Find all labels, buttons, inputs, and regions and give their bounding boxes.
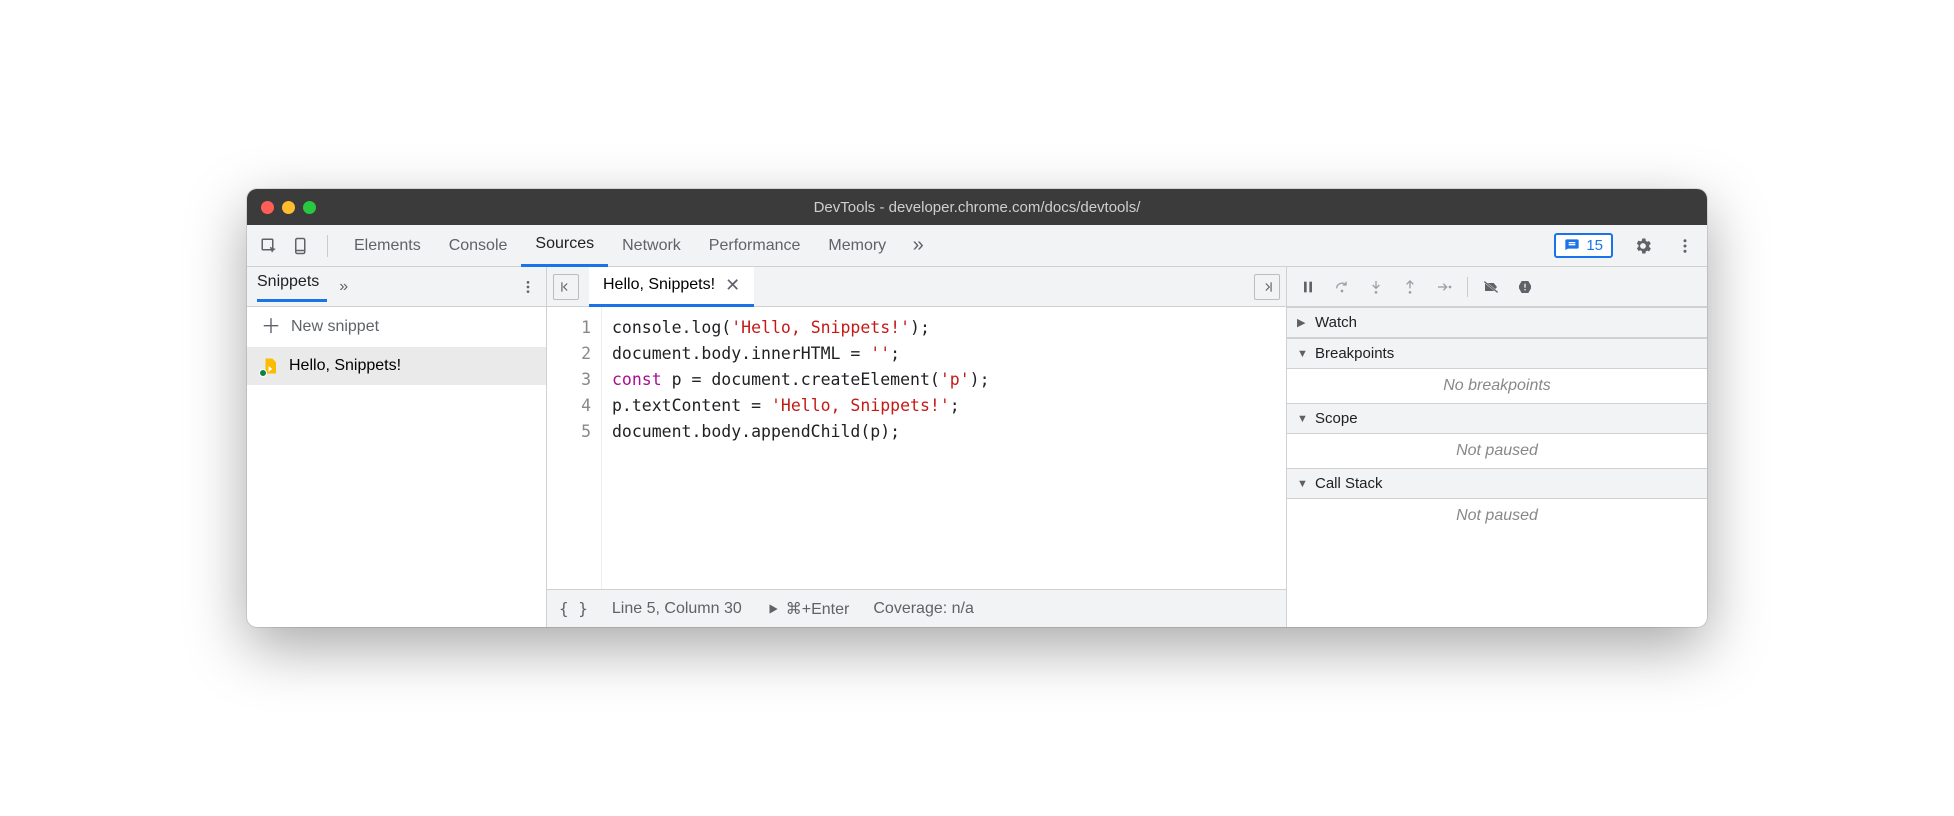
- tab-snippets[interactable]: Snippets: [257, 273, 327, 302]
- window-maximize-button[interactable]: [303, 201, 316, 214]
- titlebar[interactable]: DevTools - developer.chrome.com/docs/dev…: [247, 189, 1707, 225]
- issues-button[interactable]: 15: [1554, 233, 1613, 258]
- triangle-right-icon: ▶: [1297, 316, 1309, 329]
- editor-pane: Hello, Snippets! ✕ 12345 console.log('He…: [547, 267, 1287, 627]
- section-breakpoints[interactable]: ▼Breakpoints: [1287, 338, 1707, 369]
- triangle-down-icon: ▼: [1297, 478, 1309, 490]
- step-over-icon[interactable]: [1331, 279, 1353, 295]
- section-callstack[interactable]: ▼Call Stack: [1287, 468, 1707, 499]
- pause-exceptions-icon[interactable]: [1514, 279, 1536, 295]
- navigator-overflow-icon[interactable]: »: [339, 278, 348, 296]
- triangle-down-icon: ▼: [1297, 348, 1309, 360]
- divider: [1467, 277, 1468, 297]
- tab-network[interactable]: Network: [608, 225, 695, 267]
- breakpoints-empty: No breakpoints: [1287, 369, 1707, 403]
- pretty-print-icon[interactable]: { }: [559, 599, 588, 618]
- more-tabs-icon[interactable]: »: [904, 232, 932, 260]
- divider: [327, 235, 328, 257]
- section-scope[interactable]: ▼Scope: [1287, 403, 1707, 434]
- settings-icon[interactable]: [1629, 232, 1657, 260]
- gutter: 12345: [547, 307, 602, 589]
- run-shortcut: ⌘+Enter: [786, 599, 850, 619]
- main-panels: Snippets » ＋ New snippet Hello, Snippets…: [247, 267, 1707, 627]
- editor-tabbar: Hello, Snippets! ✕: [547, 267, 1286, 307]
- step-icon[interactable]: [1433, 279, 1455, 295]
- navigator-sidebar: Snippets » ＋ New snippet Hello, Snippets…: [247, 267, 547, 627]
- cursor-position: Line 5, Column 30: [612, 600, 742, 618]
- pause-icon[interactable]: [1297, 279, 1319, 295]
- nav-prev-icon[interactable]: [553, 274, 579, 300]
- code-editor[interactable]: 12345 console.log('Hello, Snippets!');do…: [547, 307, 1286, 589]
- device-toggle-icon[interactable]: [287, 232, 315, 260]
- tab-elements[interactable]: Elements: [340, 225, 435, 267]
- window-minimize-button[interactable]: [282, 201, 295, 214]
- deactivate-breakpoints-icon[interactable]: [1480, 279, 1502, 295]
- code-content: console.log('Hello, Snippets!');document…: [602, 307, 990, 589]
- run-snippet-button[interactable]: ⌘+Enter: [766, 599, 850, 619]
- main-tabs: ElementsConsoleSourcesNetworkPerformance…: [340, 225, 900, 267]
- navigator-kebab-icon[interactable]: [520, 279, 536, 295]
- window-close-button[interactable]: [261, 201, 274, 214]
- editor-tab[interactable]: Hello, Snippets! ✕: [589, 267, 754, 307]
- window-title: DevTools - developer.chrome.com/docs/dev…: [247, 199, 1707, 216]
- section-watch[interactable]: ▶Watch: [1287, 307, 1707, 338]
- new-snippet-button[interactable]: ＋ New snippet: [247, 307, 546, 347]
- snippet-item[interactable]: Hello, Snippets!: [247, 347, 546, 385]
- new-snippet-label: New snippet: [291, 318, 379, 336]
- main-toolbar: ElementsConsoleSourcesNetworkPerformance…: [247, 225, 1707, 267]
- editor-tab-title: Hello, Snippets!: [603, 276, 715, 294]
- triangle-down-icon: ▼: [1297, 413, 1309, 425]
- step-out-icon[interactable]: [1399, 279, 1421, 295]
- close-icon[interactable]: ✕: [725, 275, 740, 296]
- kebab-menu-icon[interactable]: [1671, 232, 1699, 260]
- callstack-empty: Not paused: [1287, 499, 1707, 533]
- nav-next-icon[interactable]: [1254, 274, 1280, 300]
- debugger-toolbar: [1287, 267, 1707, 307]
- debugger-pane: ▶Watch ▼Breakpoints No breakpoints ▼Scop…: [1287, 267, 1707, 627]
- tab-sources[interactable]: Sources: [521, 225, 608, 267]
- play-icon: [766, 602, 780, 616]
- traffic-lights: [261, 201, 316, 214]
- devtools-window: DevTools - developer.chrome.com/docs/dev…: [247, 189, 1707, 627]
- plus-icon: ＋: [261, 317, 281, 337]
- snippet-file-icon: [261, 357, 279, 375]
- inspect-icon[interactable]: [255, 232, 283, 260]
- unsaved-dot-icon: [259, 369, 267, 377]
- editor-statusbar: { } Line 5, Column 30 ⌘+Enter Coverage: …: [547, 589, 1286, 627]
- toolbar-right: [1629, 232, 1699, 260]
- tab-console[interactable]: Console: [435, 225, 522, 267]
- scope-empty: Not paused: [1287, 434, 1707, 468]
- tab-performance[interactable]: Performance: [695, 225, 815, 267]
- step-into-icon[interactable]: [1365, 279, 1387, 295]
- tab-memory[interactable]: Memory: [814, 225, 900, 267]
- coverage-status: Coverage: n/a: [873, 600, 974, 618]
- navigator-header: Snippets »: [247, 267, 546, 307]
- snippet-item-label: Hello, Snippets!: [289, 357, 401, 375]
- issues-count: 15: [1586, 237, 1603, 254]
